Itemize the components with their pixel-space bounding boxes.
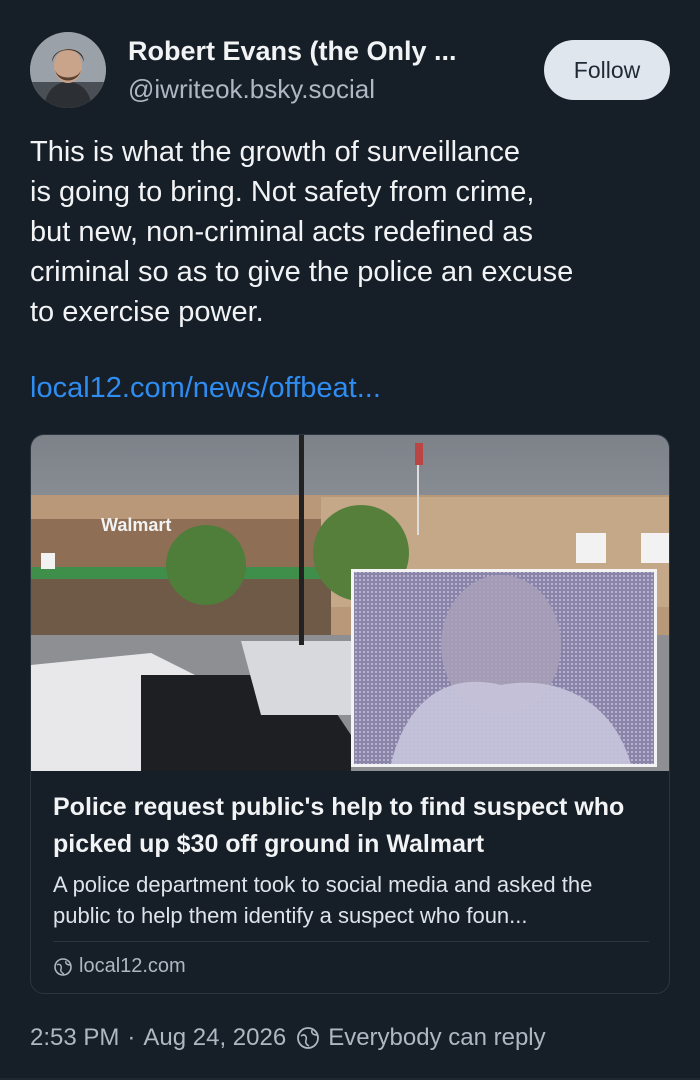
post-link[interactable]: local12.com/news/offbeat... — [30, 372, 381, 405]
author-avatar[interactable] — [30, 32, 106, 108]
globe-icon — [54, 957, 72, 976]
walmart-store-photo-icon: Walmart — [31, 435, 669, 771]
globe-icon — [297, 1027, 320, 1049]
card-domain-label: local12.com — [79, 955, 186, 977]
reply-setting-label: Everybody can reply — [328, 1024, 546, 1051]
post-time[interactable]: 2:53 PM — [30, 1024, 119, 1052]
link-preview-card[interactable]: Walmart Police request public's help to … — [30, 434, 670, 994]
reply-setting[interactable]: Everybody can reply — [296, 1024, 546, 1052]
card-description: A police department took to social media… — [53, 872, 593, 928]
post-date[interactable]: Aug 24, 2026 — [143, 1024, 286, 1052]
post-text: This is what the growth of surveillance … — [30, 136, 574, 328]
author-name[interactable]: Robert Evans (the Only ... — [128, 36, 457, 67]
card-title[interactable]: Police request public's help to find sus… — [53, 789, 653, 863]
follow-button[interactable]: Follow — [544, 40, 670, 100]
store-sign: Walmart — [101, 515, 171, 535]
avatar-portrait-icon — [30, 32, 106, 108]
card-divider — [53, 941, 649, 942]
post-header: Robert Evans (the Only ... @iwriteok.bsk… — [30, 30, 670, 110]
card-image: Walmart — [31, 435, 669, 771]
post-meta: 2:53 PM · Aug 24, 2026 Everybody can rep… — [30, 1024, 546, 1052]
meta-separator: · — [127, 1024, 136, 1051]
card-domain: local12.com — [53, 955, 186, 978]
author-handle[interactable]: @iwriteok.bsky.social — [128, 74, 375, 105]
